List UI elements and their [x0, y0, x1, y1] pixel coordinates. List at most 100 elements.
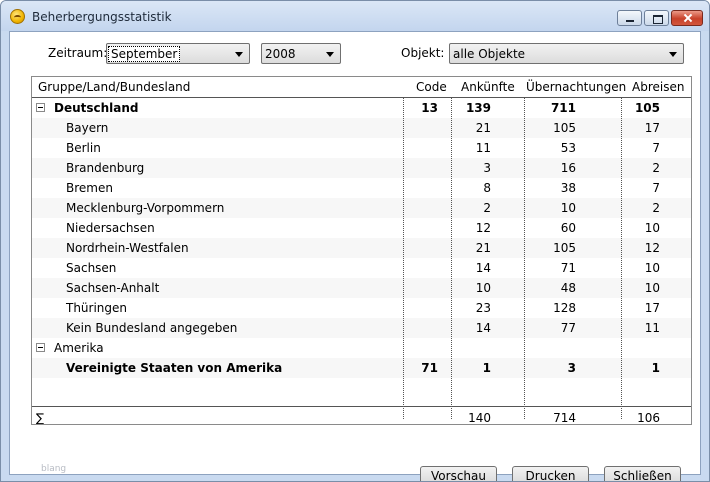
row-departures: 7 — [652, 141, 660, 155]
totals-divider — [32, 406, 691, 407]
row-name: Vereinigte Staaten von Amerika — [66, 361, 283, 375]
group-row[interactable]: Amerika — [32, 338, 691, 358]
row-nights: 77 — [560, 321, 576, 335]
row-nights: 38 — [560, 181, 576, 195]
column-divider — [451, 98, 452, 419]
table-row[interactable]: Bayern 21 105 17 — [32, 118, 691, 138]
row-nights: 105 — [553, 121, 576, 135]
row-nights: 128 — [553, 301, 576, 315]
row-name: Sachsen-Anhalt — [66, 281, 160, 295]
row-name: Bremen — [66, 181, 113, 195]
row-departures: 17 — [644, 121, 660, 135]
row-departures: 10 — [644, 261, 660, 275]
table-row[interactable]: Niedersachsen 12 60 10 — [32, 218, 691, 238]
row-departures: 10 — [644, 221, 660, 235]
row-name: Thüringen — [66, 301, 128, 315]
table-row[interactable]: Berlin 11 53 7 — [32, 138, 691, 158]
close-button[interactable]: Schließen — [604, 466, 681, 481]
title-bar[interactable]: Beherbergungsstatistik — [1, 1, 709, 31]
chevron-down-icon — [326, 52, 334, 57]
minimize-button[interactable] — [617, 10, 642, 26]
table-row[interactable]: Brandenburg 3 16 2 — [32, 158, 691, 178]
table-row[interactable]: Sachsen 14 71 10 — [32, 258, 691, 278]
maximize-button[interactable] — [644, 10, 669, 26]
row-nights: 71 — [560, 261, 576, 275]
print-button[interactable]: Drucken — [512, 466, 589, 481]
column-header-arrivals[interactable]: Ankünfte — [461, 80, 515, 94]
year-value: 2008 — [265, 47, 296, 61]
row-arrivals: 3 — [483, 161, 491, 175]
row-arrivals: 23 — [475, 301, 491, 315]
row-departures: 17 — [644, 301, 660, 315]
row-nights: 60 — [560, 221, 576, 235]
group-row[interactable]: Deutschland 13 139 711 105 — [32, 98, 691, 118]
row-name: Kein Bundesland angegeben — [66, 321, 238, 335]
month-select[interactable]: September — [106, 43, 250, 64]
column-header-code[interactable]: Code — [416, 80, 447, 94]
row-name: Mecklenburg-Vorpommern — [66, 201, 225, 215]
column-divider — [621, 98, 622, 419]
table-row[interactable]: Thüringen 23 128 17 — [32, 298, 691, 318]
faint-caption: blang — [41, 464, 67, 474]
row-name: Sachsen — [66, 261, 117, 275]
table-row[interactable]: Nordrhein-Westfalen 21 105 12 — [32, 238, 691, 258]
row-code: 13 — [421, 101, 438, 115]
collapse-icon[interactable] — [36, 103, 45, 112]
table-row[interactable]: Vereinigte Staaten von Amerika 71 1 3 1 — [32, 358, 691, 378]
row-name: Bayern — [66, 121, 109, 135]
object-value: alle Objekte — [453, 47, 526, 61]
row-arrivals: 8 — [483, 181, 491, 195]
totals-row: ∑ 140 714 106 — [32, 408, 691, 425]
table-header: Gruppe/Land/Bundesland Code Ankünfte Übe… — [32, 77, 691, 97]
row-name: Deutschland — [54, 101, 139, 115]
row-arrivals: 2 — [483, 201, 491, 215]
close-window-button[interactable] — [671, 10, 703, 26]
month-value: September — [108, 46, 181, 62]
row-departures: 2 — [652, 161, 660, 175]
object-label: Objekt: — [401, 46, 445, 60]
column-divider — [524, 98, 525, 419]
table-row[interactable]: Mecklenburg-Vorpommern 2 10 2 — [32, 198, 691, 218]
row-departures: 12 — [644, 241, 660, 255]
total-departures: 106 — [637, 411, 660, 425]
year-select[interactable]: 2008 — [261, 43, 341, 64]
dialog-body: Zeitraum: September 2008 Objekt: alle Ob… — [9, 31, 701, 481]
row-arrivals: 10 — [475, 281, 491, 295]
row-arrivals: 21 — [475, 121, 491, 135]
row-nights: 105 — [553, 241, 576, 255]
column-divider — [403, 98, 404, 419]
window-title: Beherbergungsstatistik — [32, 10, 172, 24]
row-departures: 1 — [651, 361, 660, 375]
table-row[interactable]: Sachsen-Anhalt 10 48 10 — [32, 278, 691, 298]
row-arrivals: 14 — [475, 321, 491, 335]
object-select[interactable]: alle Objekte — [449, 43, 684, 64]
statistics-table[interactable]: Gruppe/Land/Bundesland Code Ankünfte Übe… — [31, 76, 692, 425]
row-nights: 3 — [567, 361, 576, 375]
row-nights: 53 — [560, 141, 576, 155]
total-arrivals: 140 — [468, 411, 491, 425]
period-label: Zeitraum: — [48, 46, 108, 60]
row-name: Brandenburg — [66, 161, 145, 175]
row-arrivals: 21 — [475, 241, 491, 255]
row-nights: 16 — [560, 161, 576, 175]
column-header-group[interactable]: Gruppe/Land/Bundesland — [38, 80, 190, 94]
chevron-down-icon — [669, 52, 677, 57]
row-arrivals: 139 — [465, 101, 491, 115]
column-header-nights[interactable]: Übernachtungen — [526, 80, 626, 94]
row-code: 71 — [421, 361, 438, 375]
row-departures: 11 — [644, 321, 660, 335]
table-row[interactable]: Kein Bundesland angegeben 14 77 11 — [32, 318, 691, 338]
row-arrivals: 12 — [475, 221, 491, 235]
row-arrivals: 1 — [482, 361, 491, 375]
row-arrivals: 11 — [475, 141, 491, 155]
row-nights: 48 — [560, 281, 576, 295]
collapse-icon[interactable] — [36, 343, 45, 352]
row-name: Amerika — [54, 341, 104, 355]
chevron-down-icon — [235, 52, 243, 57]
table-row[interactable]: Bremen 8 38 7 — [32, 178, 691, 198]
row-nights: 10 — [560, 201, 576, 215]
row-name: Niedersachsen — [66, 221, 155, 235]
sum-icon: ∑ — [36, 411, 45, 425]
preview-button[interactable]: Vorschau — [420, 466, 497, 481]
column-header-departures[interactable]: Abreisen — [632, 80, 684, 94]
